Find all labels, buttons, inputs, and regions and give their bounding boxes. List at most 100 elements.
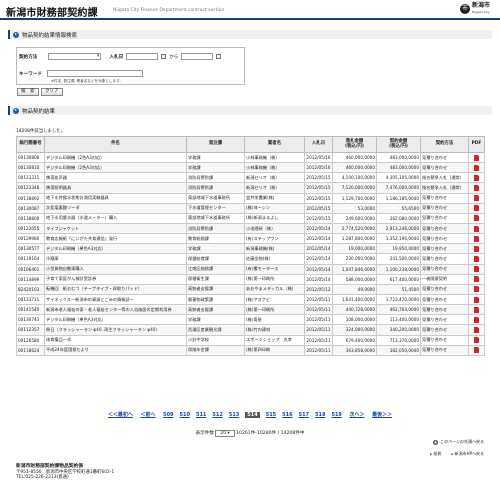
cell-title[interactable]: デジタル印刷機（2色A3対応） <box>44 151 187 164</box>
calendar-icon[interactable] <box>161 54 167 59</box>
pdf-icon[interactable] <box>474 337 479 344</box>
keyword-input[interactable] <box>46 70 143 77</box>
cell-method: 見積り合わせ <box>420 202 469 214</box>
cell-pdf[interactable] <box>468 212 485 224</box>
cell-pdf[interactable] <box>468 293 485 306</box>
pdf-icon[interactable] <box>474 235 479 242</box>
cell-pdf[interactable] <box>468 162 485 174</box>
bullet-arrow-icon <box>13 31 19 38</box>
city-home-link[interactable]: 新潟市HPへ戻る <box>451 451 484 457</box>
pager-first-link[interactable]: ＜＜最初へ <box>108 412 133 418</box>
pager-page-link[interactable]: 519 <box>331 412 341 418</box>
calendar-icon[interactable] <box>216 54 222 59</box>
pdf-icon[interactable] <box>474 286 479 293</box>
cell-pdf[interactable] <box>468 334 485 346</box>
pager-page-link[interactable]: 517 <box>299 412 309 418</box>
cell-pdf[interactable] <box>468 202 485 214</box>
cell-title[interactable]: 冷蔵庫 <box>44 253 187 265</box>
cell-title[interactable]: 携帯照明器具 <box>44 182 187 194</box>
pdf-icon[interactable] <box>474 245 479 252</box>
cell-pdf[interactable] <box>468 263 485 275</box>
pdf-icon[interactable] <box>474 276 479 283</box>
cell-contract-amount: 2,913,246,0000 <box>376 222 421 235</box>
cell-pdf[interactable] <box>468 243 485 255</box>
back-link[interactable]: 前頁 <box>430 451 441 457</box>
cell-pdf[interactable] <box>468 283 485 295</box>
cell-pdf[interactable] <box>468 273 485 285</box>
pager-page-link[interactable]: 516 <box>282 412 292 418</box>
cell-pdf[interactable] <box>468 192 485 204</box>
pdf-icon[interactable] <box>474 164 479 171</box>
pdf-icon[interactable] <box>474 266 479 273</box>
cell-date: 2012/05/12 <box>304 283 333 295</box>
cell-title[interactable]: 地下水井揚水状態計測用実験器具 <box>44 192 187 204</box>
cell-title[interactable]: デジタル印刷機（2色A3対応） <box>44 162 187 174</box>
pdf-icon[interactable] <box>474 184 479 191</box>
cell-title[interactable]: 携帯拡声器 <box>44 172 187 184</box>
cell-pdf[interactable] <box>468 324 485 336</box>
cell-pdf[interactable] <box>468 314 485 326</box>
pdf-icon[interactable] <box>474 154 479 161</box>
date-from-input[interactable] <box>126 53 159 60</box>
cell-id: 00130577 <box>16 243 45 255</box>
cell-title[interactable]: 転機回 紙おむつ（テープタイプ・尿取りパッド） <box>44 283 187 295</box>
per-page-label: 表示件数 <box>195 431 214 436</box>
pdf-icon[interactable] <box>474 326 479 333</box>
method-select[interactable] <box>48 53 102 60</box>
cell-method: 指名競争入札（通常） <box>420 182 469 194</box>
pdf-icon[interactable] <box>474 316 479 323</box>
cell-pdf[interactable] <box>468 304 485 316</box>
pager-page-link[interactable]: 515 <box>266 412 276 418</box>
cell-title[interactable]: 新潟市老人福祉の家・老人福祉センター等の入浴施設の定期利用券 <box>44 304 187 316</box>
search-button[interactable]: 検 索 <box>17 88 39 96</box>
pager-page-link[interactable]: 511 <box>196 412 206 418</box>
cell-pdf[interactable] <box>468 253 485 265</box>
cell-pdf[interactable] <box>468 233 485 245</box>
cell-pdf[interactable] <box>468 151 485 164</box>
pager-page-link[interactable]: 509 <box>163 412 173 418</box>
cell-title[interactable]: 教育広報紙「にいがた共育通信」発行 <box>44 233 187 245</box>
page-top-link[interactable]: ▲ このページの先頭へ戻る <box>433 439 484 445</box>
pager-page-link[interactable]: 518 <box>315 412 325 418</box>
pager-page-link[interactable]: 513 <box>229 412 239 418</box>
cell-id: 00122055 <box>16 222 45 235</box>
cell-title[interactable]: サイネックスー新潟市の資源とごみの情報誌ー <box>44 293 187 306</box>
cell-title[interactable]: デジタル印刷機（単色A3対応） <box>44 243 187 255</box>
cell-title[interactable]: 子育て家庭がん検診受診券 <box>44 273 187 285</box>
per-page-select[interactable]: 20 ▾ <box>215 430 235 437</box>
pager-last-link[interactable]: 最後＞＞ <box>372 412 392 418</box>
clear-button[interactable]: クリア <box>41 88 63 96</box>
pdf-icon[interactable] <box>474 174 479 181</box>
cell-title[interactable]: デジタル印刷機（単色A3対応） <box>44 314 187 326</box>
cell-title[interactable]: 体育備品一式 <box>44 334 187 346</box>
pdf-icon[interactable] <box>474 205 479 212</box>
pdf-icon[interactable] <box>474 195 479 202</box>
cell-department: 学務課 <box>186 314 245 326</box>
city-logo[interactable]: 市 新潟市 Niigata City <box>459 3 490 15</box>
pager-page-link[interactable]: 510 <box>180 412 190 418</box>
cell-title[interactable]: 地下水用量水器（水道メーター）購入 <box>44 212 187 224</box>
pager-page-link[interactable]: 512 <box>212 412 222 418</box>
pdf-icon[interactable] <box>474 255 479 262</box>
cell-pdf[interactable] <box>468 222 485 235</box>
result-range: 10261件-10280件 / 14208件中 <box>236 431 305 436</box>
cell-title[interactable]: 小型貨物自動車購入 <box>44 263 187 275</box>
pager-next-link[interactable]: 次へ＞ <box>350 412 365 418</box>
pdf-icon[interactable] <box>474 296 479 303</box>
date-to-input[interactable] <box>181 53 214 60</box>
pdf-icon[interactable] <box>474 215 479 222</box>
pdf-icon[interactable] <box>474 225 479 232</box>
pager-prev-link[interactable]: ＜前へ <box>140 412 155 418</box>
cell-title[interactable]: 冊日（クラッシャーラン φ40, 再生クラッシャーラン φ40） <box>44 324 187 336</box>
pdf-icon[interactable] <box>474 347 479 354</box>
pdf-icon[interactable] <box>474 306 479 313</box>
cell-pdf[interactable] <box>468 182 485 194</box>
cell-title[interactable]: 次亜塩素酸ソーダ <box>44 202 187 214</box>
cell-title[interactable]: 平成24年度国保だより <box>44 344 187 356</box>
cell-date: 2012/05/14 <box>304 243 333 255</box>
cell-vendor: 新潟事務機(株) <box>244 243 305 255</box>
cell-pdf[interactable] <box>468 344 485 356</box>
cell-method: 見積り合わせ <box>420 324 469 336</box>
cell-pdf[interactable] <box>468 172 485 184</box>
cell-title[interactable]: ライフジャケット <box>44 222 187 235</box>
